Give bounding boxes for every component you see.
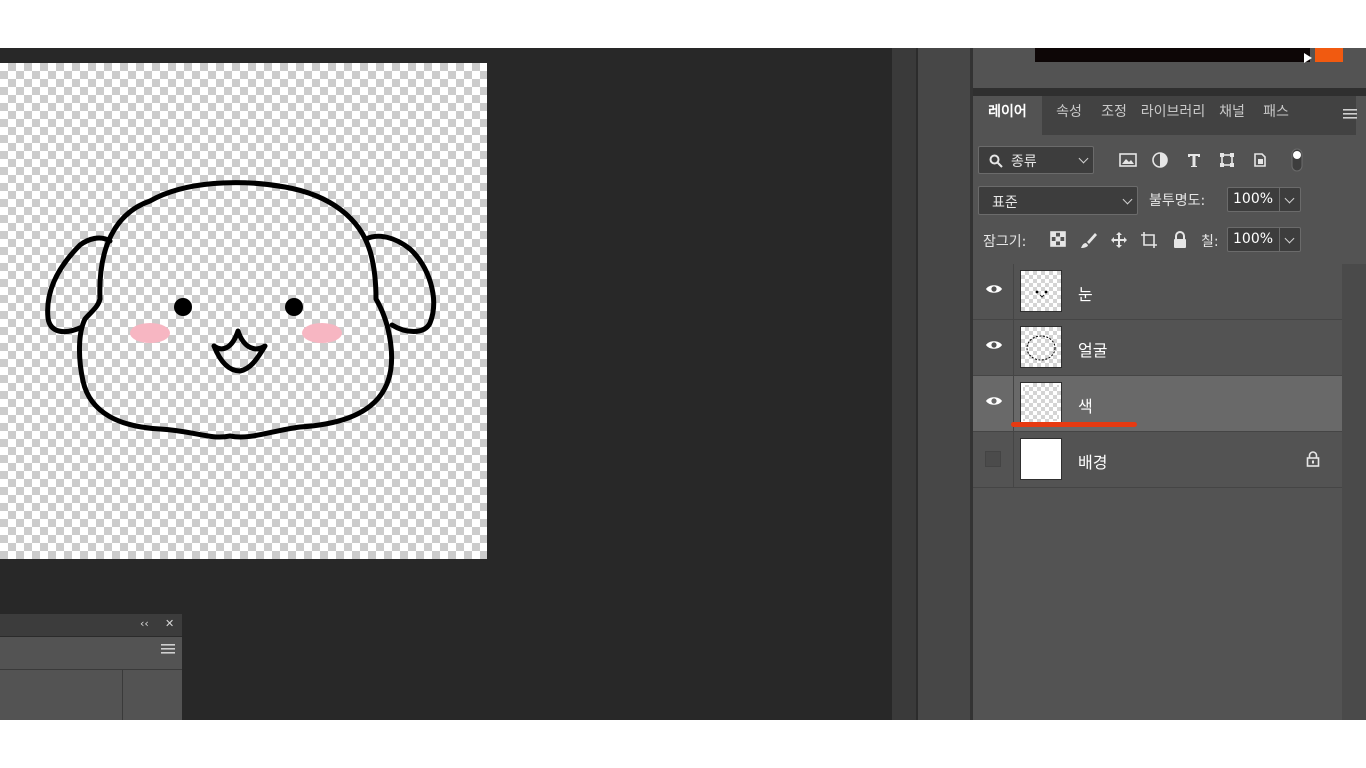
lock-transparent-pixels-icon[interactable] bbox=[1050, 231, 1066, 249]
tab-adjustments[interactable]: 조정 bbox=[1093, 96, 1135, 135]
adjustment-filter-icon[interactable] bbox=[1152, 152, 1168, 168]
puppy-face-drawing bbox=[45, 180, 436, 440]
layers-panel-tabs: 레이어 속성 조정 라이브러리 채널 패스 bbox=[973, 96, 1357, 135]
close-icon[interactable]: ✕ bbox=[165, 617, 174, 630]
shape-filter-icon[interactable] bbox=[1219, 152, 1235, 168]
color-gradient-bar[interactable] bbox=[1035, 48, 1310, 62]
tab-paths[interactable]: 패스 bbox=[1253, 96, 1299, 135]
search-icon bbox=[989, 154, 1003, 168]
divider bbox=[1013, 320, 1014, 375]
face-outline-preview bbox=[1026, 335, 1056, 361]
filter-toggle-icon[interactable] bbox=[1291, 148, 1303, 172]
lock-image-pixels-icon[interactable] bbox=[1080, 231, 1098, 249]
layer-filter-value: 종류 bbox=[1011, 154, 1037, 170]
right-panel: 레이어 속성 조정 라이브러리 채널 패스 종류 표준 불투명도: 100% 잠… bbox=[973, 48, 1366, 720]
type-filter-icon[interactable] bbox=[1186, 152, 1202, 168]
eyes-thumbnail bbox=[1020, 270, 1062, 312]
document-canvas[interactable] bbox=[0, 63, 487, 559]
white-thumbnail bbox=[1020, 438, 1062, 480]
right-eye bbox=[285, 298, 303, 316]
divider bbox=[1279, 188, 1280, 211]
chevron-down-icon bbox=[1122, 194, 1133, 205]
fill-input[interactable]: 100% bbox=[1227, 227, 1301, 252]
eye-icon[interactable] bbox=[985, 282, 1003, 296]
lock-icon[interactable] bbox=[1306, 451, 1320, 467]
divider bbox=[1279, 228, 1280, 251]
floating-panel: ‹‹ ✕ bbox=[0, 614, 182, 720]
divider bbox=[122, 670, 123, 720]
fill-label: 칠: bbox=[1201, 234, 1219, 250]
transparent-thumbnail bbox=[1020, 382, 1062, 424]
tab-libraries[interactable]: 라이브러리 bbox=[1135, 96, 1211, 135]
layer-row-eyes[interactable]: 눈 bbox=[973, 264, 1342, 320]
collapse-icon[interactable]: ‹‹ bbox=[140, 617, 149, 630]
eyes-preview bbox=[1035, 290, 1048, 298]
smart-object-filter-icon[interactable] bbox=[1252, 152, 1268, 168]
layers-scrollbar[interactable] bbox=[1342, 264, 1366, 720]
panel-menu-icon[interactable] bbox=[161, 644, 175, 654]
divider bbox=[0, 669, 182, 670]
fill-value: 100% bbox=[1233, 231, 1274, 247]
floating-panel-header: ‹‹ ✕ bbox=[0, 614, 182, 637]
visibility-toggle-off[interactable] bbox=[985, 451, 1001, 467]
highlight-underline bbox=[1011, 422, 1137, 427]
left-eye bbox=[174, 298, 192, 316]
color-swatch[interactable] bbox=[1315, 48, 1343, 62]
color-slider-handle[interactable] bbox=[1304, 53, 1312, 63]
lock-all-icon[interactable] bbox=[1172, 231, 1188, 249]
tab-layers[interactable]: 레이어 bbox=[973, 96, 1042, 135]
photoshop-window: ‹‹ ✕ 레이어 속성 조정 라이브러리 채널 패스 종류 표준 불투명도: 1… bbox=[0, 48, 1366, 720]
panel-menu-icon[interactable] bbox=[1343, 109, 1357, 119]
lock-artboard-icon[interactable] bbox=[1140, 231, 1158, 249]
divider bbox=[1013, 432, 1014, 487]
eye-icon[interactable] bbox=[985, 394, 1003, 408]
chevron-down-icon[interactable] bbox=[1284, 233, 1295, 244]
face-outline-thumbnail bbox=[1020, 326, 1062, 368]
divider bbox=[1013, 264, 1014, 319]
layer-row-face[interactable]: 얼굴 bbox=[973, 320, 1342, 376]
selection-corners bbox=[1021, 383, 1061, 423]
right-cheek bbox=[302, 323, 342, 343]
chevron-down-icon bbox=[1078, 153, 1089, 164]
tab-properties[interactable]: 속성 bbox=[1045, 96, 1093, 135]
tab-channels[interactable]: 채널 bbox=[1211, 96, 1253, 135]
layer-name: 배경 bbox=[1078, 453, 1108, 472]
opacity-input[interactable]: 100% bbox=[1227, 187, 1301, 212]
opacity-label: 불투명도: bbox=[1149, 193, 1206, 209]
lock-label: 잠그기: bbox=[983, 234, 1027, 250]
collapsed-dock bbox=[892, 48, 918, 720]
layer-name: 얼굴 bbox=[1078, 341, 1108, 360]
layer-filter-select[interactable]: 종류 bbox=[978, 146, 1094, 174]
mouth-outline bbox=[211, 328, 268, 374]
head-outline bbox=[76, 180, 394, 440]
chevron-down-icon[interactable] bbox=[1284, 193, 1295, 204]
image-filter-icon[interactable] bbox=[1119, 152, 1137, 168]
lock-position-icon[interactable] bbox=[1110, 231, 1128, 249]
left-cheek bbox=[130, 323, 170, 343]
blend-mode-select[interactable]: 표준 bbox=[978, 186, 1138, 215]
layers-list: 눈 얼굴 색 배경 bbox=[973, 264, 1342, 720]
opacity-value: 100% bbox=[1233, 191, 1274, 207]
layer-name: 색 bbox=[1078, 397, 1093, 416]
panel-dock bbox=[918, 48, 973, 720]
blend-mode-value: 표준 bbox=[992, 195, 1018, 211]
eye-icon[interactable] bbox=[985, 338, 1003, 352]
layer-row-background[interactable]: 배경 bbox=[973, 432, 1342, 488]
layer-name: 눈 bbox=[1078, 285, 1093, 304]
panel-separator bbox=[973, 88, 1366, 96]
